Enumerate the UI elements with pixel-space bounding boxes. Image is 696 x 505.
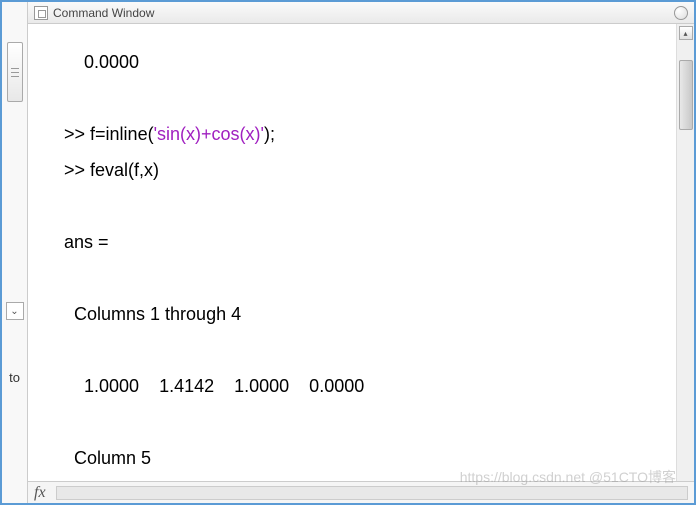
blank-line — [64, 80, 666, 116]
columns-header: Columns 1 through 4 — [64, 296, 666, 332]
blank-line — [64, 260, 666, 296]
horizontal-scrollbar[interactable] — [56, 486, 688, 500]
app-container: ⌄ to Command Window 0.0000 >> f=inline('… — [0, 0, 696, 505]
title-bar: Command Window — [28, 2, 694, 24]
fx-prompt-icon[interactable]: fx — [34, 484, 46, 502]
command-line-1: >> f=inline('sin(x)+cos(x)'); — [64, 116, 666, 152]
command-window-panel: Command Window 0.0000 >> f=inline('sin(x… — [28, 2, 694, 503]
bottom-bar: fx — [28, 481, 694, 503]
sidebar-grip[interactable] — [7, 42, 23, 102]
window-options-button[interactable] — [674, 6, 688, 20]
command-line-2: >> feval(f,x) — [64, 152, 666, 188]
ans-label: ans = — [64, 224, 666, 260]
blank-line — [64, 404, 666, 440]
output-values-row: 1.0000 1.4142 1.0000 0.0000 — [64, 368, 666, 404]
window-icon — [34, 6, 48, 20]
left-sidebar: ⌄ to — [2, 2, 28, 503]
blank-line — [64, 188, 666, 224]
blank-line — [64, 332, 666, 368]
command-output[interactable]: 0.0000 >> f=inline('sin(x)+cos(x)'); >> … — [28, 24, 676, 481]
content-wrapper: 0.0000 >> f=inline('sin(x)+cos(x)'); >> … — [28, 24, 694, 481]
scroll-thumb[interactable] — [679, 60, 693, 130]
column5-header: Column 5 — [64, 440, 666, 476]
vertical-scrollbar[interactable]: ▴ — [676, 24, 694, 481]
scroll-up-icon[interactable]: ▴ — [679, 26, 693, 40]
sidebar-label: to — [9, 370, 20, 385]
window-title: Command Window — [53, 6, 154, 20]
output-value: 0.0000 — [64, 44, 666, 80]
dropdown-arrow-icon[interactable]: ⌄ — [6, 302, 24, 320]
